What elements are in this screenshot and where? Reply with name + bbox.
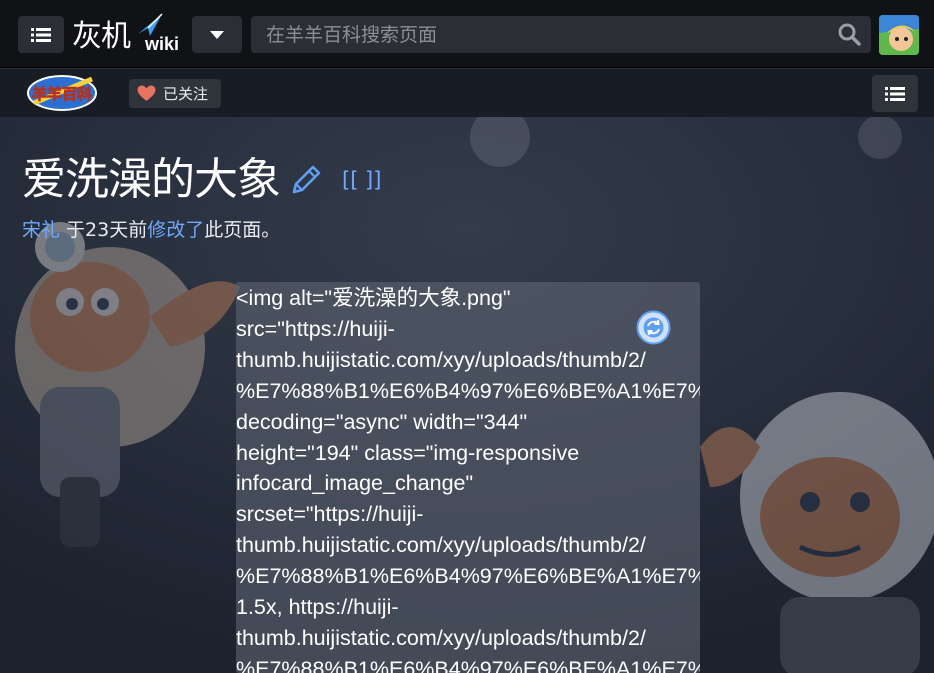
site-dropdown-button[interactable] bbox=[192, 16, 242, 53]
view-source-link[interactable]: [[ ]] bbox=[342, 168, 381, 192]
image-switch-icon[interactable] bbox=[636, 310, 671, 345]
site-subbar: 羊羊百科 已关注 bbox=[0, 69, 934, 117]
toc-button[interactable] bbox=[872, 75, 918, 112]
site-logo-image: 羊羊百科 bbox=[27, 75, 97, 111]
title-row: 爱洗澡的大象 [[ ]] bbox=[22, 150, 381, 210]
user-avatar[interactable] bbox=[879, 15, 919, 55]
logo-text: 灰机 bbox=[72, 19, 131, 54]
image-alt-text: <img alt="爱洗澡的大象.png" src="https://huiji… bbox=[236, 286, 700, 673]
follow-label: 已关注 bbox=[163, 85, 209, 103]
top-navbar: 灰机 wiki bbox=[0, 0, 934, 68]
page-title: 爱洗澡的大象 bbox=[22, 154, 281, 205]
meta-end: 此页面。 bbox=[204, 219, 281, 241]
list-icon bbox=[31, 27, 51, 42]
pencil-icon[interactable] bbox=[288, 162, 324, 198]
infocard-image: <img alt="爱洗澡的大象.png" src="https://huiji… bbox=[236, 282, 700, 673]
menu-button[interactable] bbox=[18, 16, 64, 53]
diff-link[interactable]: 修改了 bbox=[147, 219, 204, 241]
meta-time: 于23天前 bbox=[60, 219, 148, 241]
editor-link[interactable]: 宋礼 bbox=[22, 219, 60, 241]
list-icon bbox=[885, 86, 905, 101]
follow-button[interactable]: 已关注 bbox=[129, 79, 221, 108]
logo-wiki-text: wiki bbox=[145, 34, 180, 54]
page-meta: 宋礼 于23天前修改了此页面。 bbox=[22, 216, 280, 244]
search-input[interactable] bbox=[251, 16, 831, 53]
heart-icon bbox=[137, 85, 156, 102]
caret-down-icon bbox=[210, 30, 224, 39]
search-icon[interactable] bbox=[838, 23, 861, 46]
site-logo[interactable]: 羊羊百科 bbox=[26, 73, 98, 113]
svg-text:羊羊百科: 羊羊百科 bbox=[32, 85, 92, 103]
avatar-image bbox=[879, 15, 919, 55]
huiji-wiki-logo[interactable]: 灰机 wiki bbox=[70, 12, 188, 56]
search-box bbox=[251, 16, 871, 53]
